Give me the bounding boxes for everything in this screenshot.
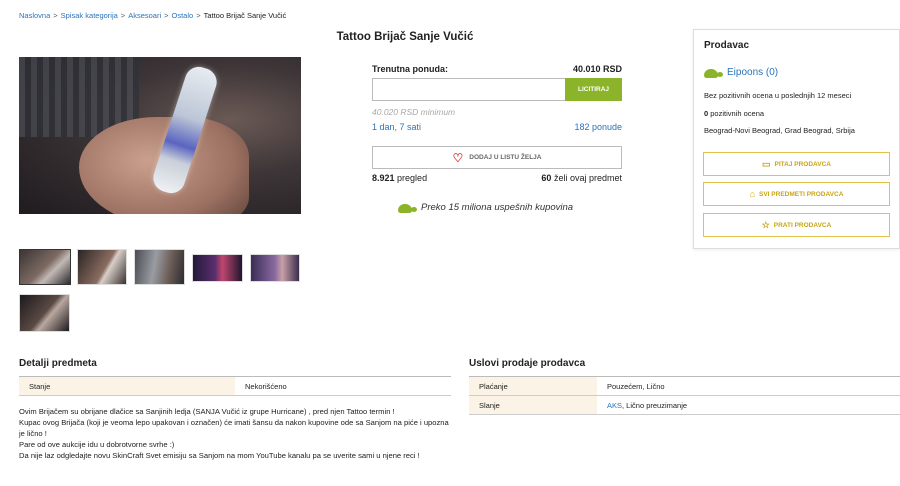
- breadcrumb-separator: >: [53, 11, 58, 20]
- add-to-wishlist-button[interactable]: ♡ DODAJ U LISTU ŽELJA: [372, 146, 622, 169]
- seller-name-row: Eipoons (0): [704, 67, 889, 78]
- promo-banner: Preko 15 miliona uspešnih kupovina: [398, 202, 573, 213]
- seller-location: Beograd-Novi Beograd, Grad Beograd, Srbi…: [704, 126, 855, 135]
- follow-label: PRATI PRODAVCA: [773, 221, 832, 229]
- ask-seller-button[interactable]: ▭ PITAJ PRODAVCA: [703, 152, 890, 176]
- wants-count: 60: [541, 173, 552, 183]
- table-row: Plaćanje Pouzećem, Lično: [469, 377, 900, 396]
- item-description: Ovim Brijačem su obrijane dlačice sa San…: [19, 406, 451, 461]
- seller-panel: Prodavac Eipoons (0) Bez pozitivnih ocen…: [693, 29, 900, 249]
- positive-count: 0: [704, 109, 709, 118]
- views-stat: 8.921 pregled: [372, 173, 427, 183]
- bids-count-link[interactable]: 182 ponude: [574, 122, 622, 132]
- sale-terms-table: Plaćanje Pouzećem, Lično Slanje AKS, Lič…: [469, 376, 900, 415]
- breadcrumb-accessories[interactable]: Aksesoari: [128, 11, 161, 20]
- current-bid-row: Trenutna ponuda: 40.010 RSD: [372, 64, 622, 74]
- seller-heading: Prodavac: [704, 40, 750, 51]
- thumbnail-4[interactable]: [192, 254, 243, 282]
- time-left: 1 dan, 7 sati: [372, 122, 422, 132]
- seller-no-ratings: Bez pozitivnih ocena u poslednjih 12 mes…: [704, 91, 852, 100]
- details-value: Nekorišćeno: [245, 381, 287, 391]
- breadcrumb-separator: >: [196, 11, 201, 20]
- bid-input-group: LICITIRAJ: [372, 78, 622, 101]
- item-stats: 8.921 pregled 60 želi ovaj predmet: [372, 173, 622, 183]
- breadcrumb-separator: >: [120, 11, 126, 20]
- bid-panel: Trenutna ponuda: 40.010 RSD LICITIRAJ 40…: [372, 64, 622, 183]
- wishlist-label: DODAJ U LISTU ŽELJA: [469, 154, 542, 161]
- details-table: Stanje Nekorišćeno: [19, 376, 451, 396]
- table-row: Stanje Nekorišćeno: [19, 377, 451, 396]
- chat-icon: ▭: [762, 158, 771, 169]
- description-line: Ovim Brijačem su obrijane dlačice sa San…: [19, 407, 395, 416]
- views-label: pregled: [397, 173, 428, 183]
- thumbnail-1[interactable]: [19, 249, 71, 285]
- turtle-icon: [704, 68, 723, 78]
- thumbnail-2[interactable]: [77, 249, 127, 285]
- shipping-aks-link[interactable]: AKS: [607, 401, 622, 410]
- breadcrumb-separator: >: [164, 11, 169, 20]
- promo-text: Preko 15 miliona uspešnih kupovina: [421, 202, 574, 213]
- description-line: Kupac ovog Brijača (koji je veoma lepo u…: [19, 418, 449, 438]
- star-icon: ☆: [761, 219, 770, 230]
- ask-seller-label: PITAJ PRODAVCA: [774, 160, 831, 168]
- payment-value: Pouzećem, Lično: [607, 381, 665, 391]
- wants-stat: 60 želi ovaj predmet: [541, 173, 622, 183]
- shipping-key: Slanje: [469, 396, 597, 414]
- wants-label: želi ovaj predmet: [553, 173, 622, 183]
- page-title: Tattoo Brijač Sanje Vučić: [336, 31, 474, 43]
- details-key: Stanje: [19, 377, 235, 395]
- seller-positive-ratings: 0 pozitivnih ocena: [704, 109, 889, 118]
- positive-label: pozitivnih ocena: [710, 109, 765, 118]
- thumbnail-6[interactable]: [19, 294, 70, 332]
- shipping-rest: , Lično preuzimanje: [622, 400, 688, 410]
- breadcrumb-other[interactable]: Ostalo: [172, 11, 194, 20]
- heart-icon: ♡: [452, 150, 464, 165]
- thumbnail-3[interactable]: [134, 249, 185, 285]
- all-items-label: SVI PREDMETI PRODAVCA: [759, 190, 844, 198]
- current-bid-price: 40.010 RSD: [572, 64, 622, 74]
- main-product-image[interactable]: [19, 57, 301, 214]
- payment-key: Plaćanje: [469, 377, 597, 395]
- breadcrumb-home[interactable]: Naslovna: [19, 11, 50, 20]
- sale-terms-heading: Uslovi prodaje prodavca: [469, 358, 586, 369]
- all-seller-items-button[interactable]: ⌂ SVI PREDMETI PRODAVCA: [703, 182, 890, 206]
- views-count: 8.921: [372, 173, 395, 183]
- shipping-value: AKS, Lično preuzimanje: [597, 401, 687, 410]
- minimum-bid-text: 40.020 RSD minimum: [372, 107, 456, 117]
- seller-name-link[interactable]: Eipoons (0): [727, 67, 778, 78]
- current-bid-label: Trenutna ponuda:: [372, 64, 448, 74]
- thumbnail-5[interactable]: [250, 254, 300, 282]
- bid-meta-row: 1 dan, 7 sati 182 ponude: [372, 122, 622, 132]
- turtle-icon: [398, 203, 417, 213]
- description-line: Pare od ove aukcije idu u dobrotvorne sv…: [19, 440, 175, 449]
- breadcrumb-category-list[interactable]: Spisak kategorija: [61, 11, 118, 20]
- breadcrumb: Naslovna > Spisak kategorija > Aksesoari > Ost…: [19, 11, 286, 20]
- table-row: Slanje AKS, Lično preuzimanje: [469, 396, 900, 415]
- details-heading: Detalji predmeta: [19, 358, 97, 369]
- follow-seller-button[interactable]: ☆ PRATI PRODAVCA: [703, 213, 890, 237]
- store-icon: ⌂: [749, 189, 756, 199]
- description-line: Da nije laz odgledajte novu SkinCraft Sv…: [19, 451, 420, 460]
- bid-amount-input[interactable]: [372, 78, 565, 101]
- place-bid-button[interactable]: LICITIRAJ: [565, 78, 622, 101]
- breadcrumb-current: Tattoo Brijač Sanje Vučić: [203, 11, 287, 20]
